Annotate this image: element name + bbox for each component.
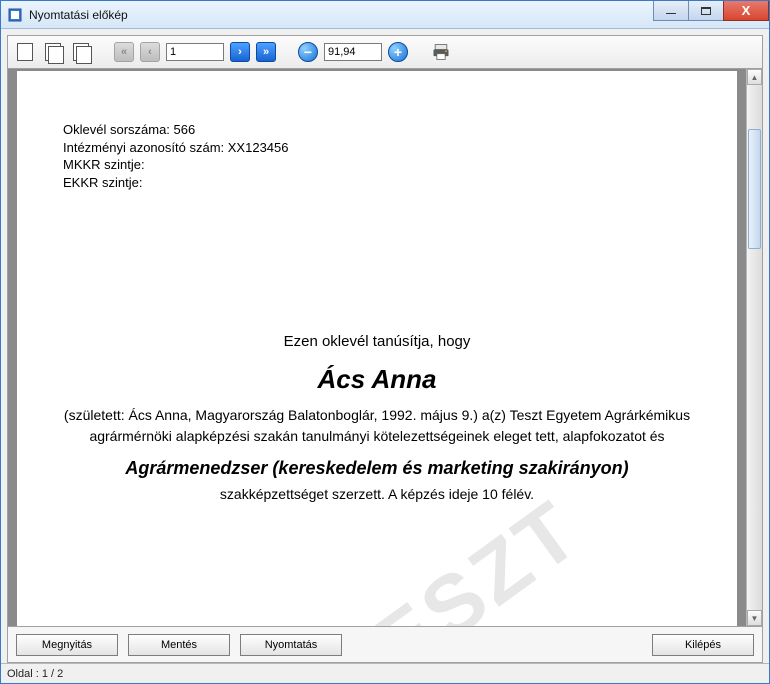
app-icon: [7, 7, 23, 23]
inst-value: XX123456: [228, 140, 289, 155]
status-page-value: 1 / 2: [42, 668, 63, 680]
serial-label: Oklevél sorszáma:: [63, 122, 170, 137]
document-viewport[interactable]: Oklevél sorszáma: 566 Intézményi azonosí…: [8, 69, 746, 626]
document-meta: Oklevél sorszáma: 566 Intézményi azonosí…: [63, 121, 691, 191]
ekkr-label: EKKR szintje:: [63, 175, 142, 190]
first-page-button[interactable]: «: [114, 42, 134, 62]
status-page-label: Oldal :: [7, 668, 39, 680]
minimize-button[interactable]: [653, 1, 689, 21]
single-page-icon[interactable]: [14, 41, 36, 63]
zoom-in-button[interactable]: +: [388, 42, 408, 62]
cert-para1: (született: Ács Anna, Magyarország Balat…: [63, 405, 691, 447]
window-controls: X: [654, 1, 769, 28]
page-number-input[interactable]: [166, 43, 224, 61]
maximize-button[interactable]: [688, 1, 724, 21]
titlebar: Nyomtatási előkép X: [1, 1, 769, 29]
mkkr-label: MKKR szintje:: [63, 157, 145, 172]
multi-page-icon-2[interactable]: [70, 41, 92, 63]
save-button[interactable]: Mentés: [128, 634, 230, 656]
print-preview-window: Nyomtatási előkép X « ‹ › » − + Oklevél …: [0, 0, 770, 684]
statusbar: Oldal : 1 / 2: [1, 663, 769, 683]
print-button[interactable]: Nyomtatás: [240, 634, 342, 656]
zoom-input[interactable]: [324, 43, 382, 61]
toolbar: « ‹ › » − +: [7, 35, 763, 69]
scroll-up-button[interactable]: ▲: [747, 69, 762, 85]
vertical-scrollbar[interactable]: ▲ ▼: [746, 69, 762, 626]
serial-value: 566: [174, 122, 196, 137]
zoom-out-button[interactable]: −: [298, 42, 318, 62]
scroll-down-button[interactable]: ▼: [747, 610, 762, 626]
cert-line1: Ezen oklevél tanúsítja, hogy: [63, 331, 691, 354]
cert-para2: szakképzettséget szerzett. A képzés idej…: [63, 484, 691, 505]
last-page-button[interactable]: »: [256, 42, 276, 62]
open-button[interactable]: Megnyitás: [16, 634, 118, 656]
certificate-body: Ezen oklevél tanúsítja, hogy Ács Anna (s…: [63, 331, 691, 505]
preview-area: Oklevél sorszáma: 566 Intézményi azonosí…: [7, 69, 763, 627]
cert-name: Ács Anna: [63, 360, 691, 399]
close-button[interactable]: X: [723, 1, 769, 21]
multi-page-icon[interactable]: [42, 41, 64, 63]
exit-button[interactable]: Kilépés: [652, 634, 754, 656]
bottom-button-bar: Megnyitás Mentés Nyomtatás Kilépés: [7, 627, 763, 663]
next-page-button[interactable]: ›: [230, 42, 250, 62]
window-title: Nyomtatási előkép: [29, 8, 654, 22]
inst-label: Intézményi azonosító szám:: [63, 140, 224, 155]
scroll-thumb[interactable]: [748, 129, 761, 249]
document-page: Oklevél sorszáma: 566 Intézményi azonosí…: [17, 71, 737, 626]
printer-icon[interactable]: [430, 41, 452, 63]
cert-qualification: Agrármenedzser (kereskedelem és marketin…: [63, 455, 691, 482]
prev-page-button[interactable]: ‹: [140, 42, 160, 62]
